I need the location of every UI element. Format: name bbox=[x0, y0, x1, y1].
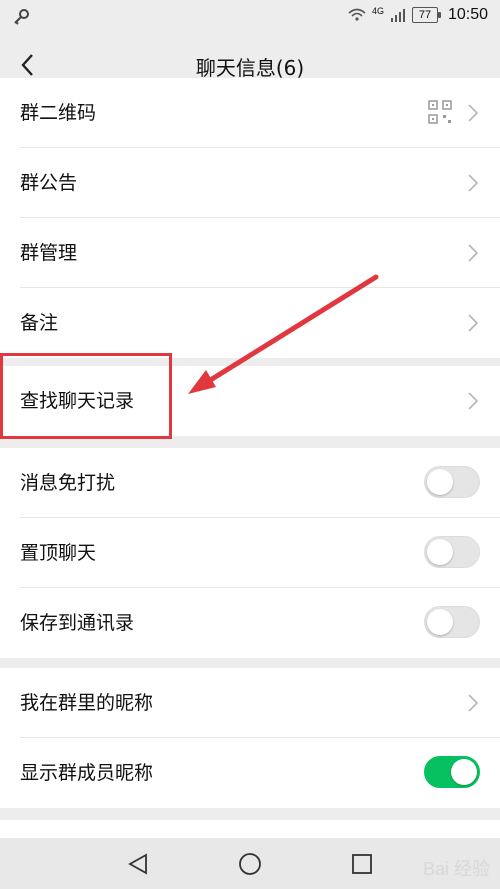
system-nav-bar: Bai 经验 bbox=[0, 838, 500, 889]
recents-square-icon[interactable] bbox=[350, 852, 374, 876]
watermark: Bai 经验 bbox=[422, 859, 490, 879]
annotation-arrow bbox=[188, 274, 379, 394]
home-circle-icon[interactable] bbox=[238, 852, 262, 876]
back-triangle-icon[interactable] bbox=[126, 852, 150, 876]
